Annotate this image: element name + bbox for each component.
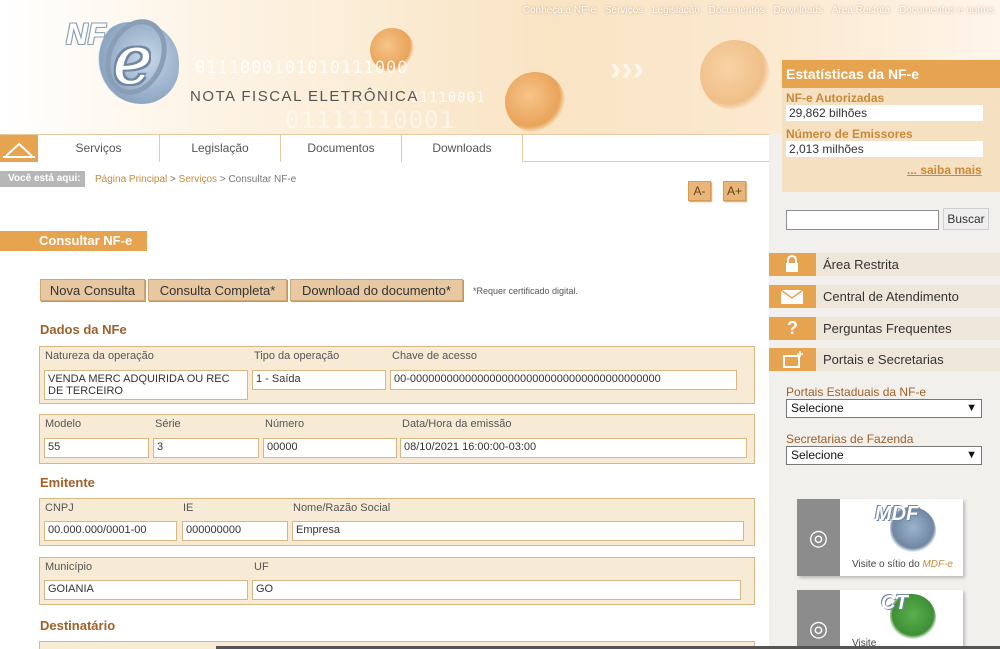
municipio-value: GOIANIA: [44, 580, 248, 600]
uf-value: GO: [252, 580, 741, 600]
uf-label: UF: [254, 561, 269, 573]
stat-autorizadas-label: NF-e Autorizadas: [786, 91, 885, 105]
chave-value: 00-0000000000000000000000000000000000000…: [390, 370, 737, 390]
cte-banner[interactable]: ◎ CT Visite: [797, 590, 963, 649]
nome-label: Nome/Razão Social: [293, 502, 391, 514]
header-binary-text: 01110001: [410, 90, 486, 106]
top-link-servicos[interactable]: Serviços: [605, 5, 643, 16]
certificate-note: *Requer certificado digital.: [473, 286, 579, 296]
header-decor-arrow: ›››: [610, 50, 644, 88]
ie-value: 000000000: [182, 521, 288, 541]
breadcrumb-current: Consultar NF-e: [228, 174, 297, 185]
top-link-conheca[interactable]: Conheça a NF-e: [523, 5, 596, 16]
secretarias-selected: Selecione: [791, 448, 844, 462]
municipio-label: Município: [45, 561, 93, 573]
top-links: Conheça a NF-e Serviços Legislação Docum…: [517, 5, 994, 16]
breadcrumb-separator: >: [219, 174, 226, 185]
mdfe-caption-link[interactable]: MDF-e: [922, 559, 953, 570]
portais-label: Portais Estaduais da NF-e: [786, 385, 927, 399]
stat-autorizadas-value: 29,862 bilhões: [786, 105, 983, 121]
breadcrumb-servicos[interactable]: Serviços: [179, 174, 217, 185]
mdfe-banner[interactable]: ◎ MDF Visite o sítio do MDF-e: [797, 499, 963, 576]
top-link-legislacao[interactable]: Legislação: [652, 5, 700, 16]
nova-consulta-button[interactable]: Nova Consulta: [40, 279, 145, 301]
cte-logo: CT: [881, 592, 908, 614]
secretarias-select[interactable]: Selecione ▼: [786, 446, 982, 465]
chave-label: Chave de acesso: [392, 350, 477, 362]
mdfe-caption: Visite o sítio do MDF-e: [852, 559, 953, 570]
search-input[interactable]: [786, 210, 939, 230]
header-binary-text: 0111000101010111000: [195, 58, 409, 78]
question-icon: ?: [769, 317, 816, 340]
section-title-destinatario: Destinatário: [40, 618, 116, 633]
envelope-icon: [769, 285, 816, 308]
ie-label: IE: [183, 502, 194, 514]
secretarias-label: Secretarias de Fazenda: [786, 432, 914, 446]
top-link-documentos[interactable]: Documentos: [709, 5, 765, 16]
serie-label: Série: [155, 418, 181, 430]
nav-item-legislacao[interactable]: Legislação: [160, 135, 281, 162]
nav-item-servicos[interactable]: Serviços: [38, 135, 160, 162]
nfe-logo-nf[interactable]: NF: [66, 18, 106, 52]
search-button[interactable]: Buscar: [943, 208, 989, 230]
site-title: NOTA FISCAL ELETRÔNICA: [190, 88, 419, 105]
home-button[interactable]: [0, 135, 38, 162]
header-decor-orb: [700, 40, 770, 110]
breadcrumb: Página Principal > Serviços > Consultar …: [95, 174, 296, 185]
header-binary-text: 01111110001: [285, 106, 455, 134]
stat-emissores-label: Número de Emissores: [786, 127, 913, 141]
serie-value: 3: [153, 438, 259, 458]
section-title-emitente: Emitente: [40, 475, 95, 490]
sidebar-label-central-atendimento[interactable]: Central de Atendimento: [823, 289, 959, 304]
chevron-down-icon: ▼: [966, 449, 977, 461]
tipo-label: Tipo da operação: [254, 350, 340, 362]
breadcrumb-separator: >: [170, 174, 176, 185]
breadcrumb-label: Você está aqui:: [0, 171, 85, 187]
cnpj-value: 00.000.000/0001-00: [44, 521, 177, 541]
modelo-label: Modelo: [45, 418, 82, 430]
font-increase-button[interactable]: A+: [723, 181, 746, 201]
numero-value: 00000: [263, 438, 397, 458]
mdfe-logo: MDF: [875, 503, 919, 525]
chevron-down-icon: ▼: [966, 402, 977, 414]
portais-select[interactable]: Selecione ▼: [786, 399, 982, 418]
natureza-label: Natureza da operação: [45, 350, 154, 362]
header-decor-orb: [505, 72, 565, 132]
portais-selected: Selecione: [791, 401, 844, 415]
mdfe-caption-text: Visite o sítio do: [852, 559, 923, 570]
main-nav: Serviços Legislação Documentos Downloads: [0, 134, 770, 162]
lock-icon: [769, 253, 816, 276]
nfe-logo-e[interactable]: e: [113, 22, 152, 99]
page-title: Consultar NF-e: [0, 231, 147, 251]
emissao-label: Data/Hora da emissão: [402, 418, 512, 430]
nav-item-downloads[interactable]: Downloads: [402, 135, 523, 162]
emissao-value: 08/10/2021 16:00:00-03:00: [400, 438, 747, 458]
download-documento-button[interactable]: Download do documento*: [290, 279, 463, 301]
stats-title: Estatísticas da NF-e: [782, 60, 1000, 88]
cnpj-label: CNPJ: [45, 502, 74, 514]
sidebar-label-perguntas[interactable]: Perguntas Frequentes: [823, 321, 952, 336]
top-link-downloads[interactable]: Downloads: [774, 5, 823, 16]
globe-icon: ◎: [797, 590, 840, 649]
natureza-value: VENDA MERC ADQUIRIDA OU REC DE TERCEIRO: [44, 370, 248, 400]
sidebar-label-area-restrita[interactable]: Área Restrita: [823, 257, 899, 272]
modelo-value: 55: [44, 438, 149, 458]
nav-item-documentos[interactable]: Documentos: [281, 135, 402, 162]
numero-label: Número: [265, 418, 305, 430]
saiba-mais-link[interactable]: ... saiba mais: [907, 163, 982, 177]
window-plus-icon: [769, 348, 816, 371]
nome-value: Empresa: [292, 521, 744, 541]
home-icon: [3, 142, 35, 158]
stat-emissores-value: 2,013 milhões: [786, 141, 983, 157]
font-decrease-button[interactable]: A-: [688, 181, 711, 201]
section-title-dados: Dados da NFe: [40, 322, 127, 337]
top-link-area-restrita[interactable]: Área Restrita: [832, 5, 890, 16]
globe-icon: ◎: [797, 499, 840, 576]
top-link-documentos-outros[interactable]: Documentos e outros: [899, 5, 994, 16]
consulta-completa-button[interactable]: Consulta Completa*: [148, 279, 287, 301]
sidebar-label-portais[interactable]: Portais e Secretarias: [823, 352, 944, 367]
breadcrumb-home[interactable]: Página Principal: [95, 174, 167, 185]
tipo-value: 1 - Saída: [252, 370, 386, 390]
